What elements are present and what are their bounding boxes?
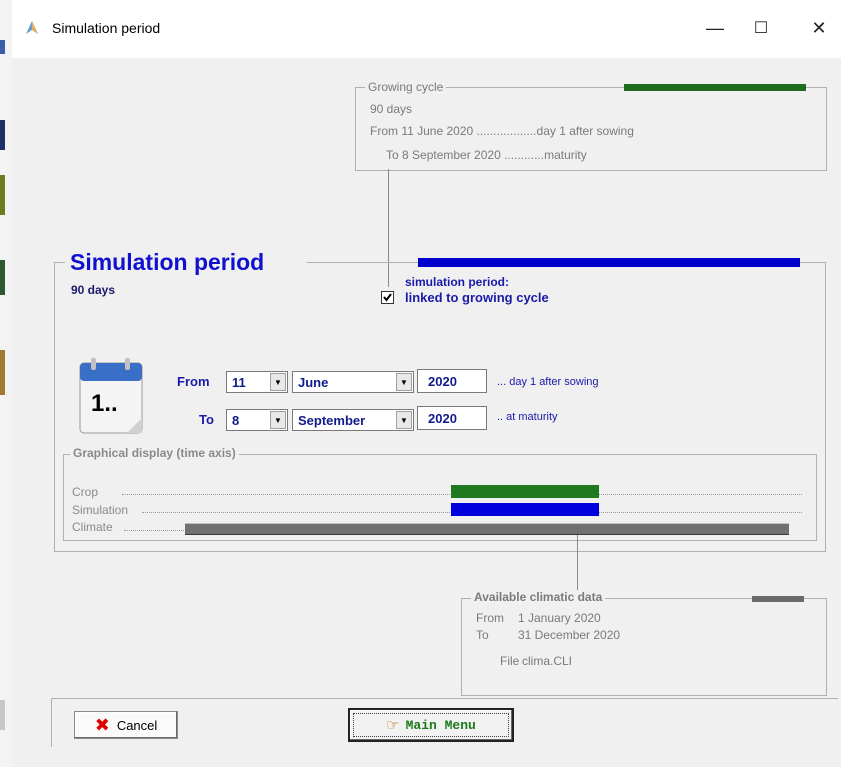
from-month-value: June: [298, 375, 329, 390]
title-bar: Simulation period — ☐ ✕: [12, 0, 841, 58]
climatic-data-legend: Available climatic data: [471, 590, 606, 604]
to-label: To: [199, 412, 214, 427]
climate-to-value: 31 December 2020: [518, 628, 621, 642]
growing-cycle-to: To 8 September 2020 ............maturity: [386, 148, 587, 162]
growing-cycle-legend: Growing cycle: [365, 80, 447, 94]
climate-bar: [185, 523, 789, 535]
chevron-down-icon[interactable]: ▼: [396, 411, 412, 429]
climate-file-label: File: [500, 654, 520, 668]
growing-cycle-days: 90 days: [370, 102, 413, 116]
cancel-label: Cancel: [116, 717, 158, 733]
checkmark-icon: [383, 293, 392, 302]
simulation-period-window: Simulation period — ☐ ✕ Growing cycle 90…: [12, 0, 841, 767]
from-year-value: 2020: [428, 374, 457, 389]
window-title: Simulation period: [52, 20, 161, 36]
calendar-icon: 1..: [77, 355, 147, 437]
to-note: .. at maturity: [497, 411, 558, 423]
graphical-display-legend: Graphical display (time axis): [70, 446, 239, 460]
minimize-button[interactable]: —: [692, 10, 738, 46]
simulation-period-bar: [418, 258, 800, 267]
graphical-display-group: Graphical display (time axis) Crop Simul…: [63, 446, 817, 541]
from-year-input[interactable]: 2020: [417, 369, 487, 393]
climate-file-value: clima.CLI: [522, 654, 573, 668]
chevron-down-icon[interactable]: ▼: [396, 373, 412, 391]
to-year-value: 2020: [428, 411, 457, 426]
simulation-row-label: Simulation: [72, 503, 129, 517]
chevron-down-icon[interactable]: ▼: [270, 373, 286, 391]
climatic-data-group: Available climatic data From 1 January 2…: [461, 590, 827, 696]
to-month-select[interactable]: September ▼: [292, 409, 414, 431]
close-x-icon: ✖: [94, 714, 110, 736]
growing-cycle-bar: [624, 84, 806, 91]
growing-cycle-group: Growing cycle 90 days From 11 June 2020 …: [355, 80, 827, 171]
climate-connector: [577, 535, 578, 597]
close-button[interactable]: ✕: [796, 10, 841, 46]
from-label: From: [177, 374, 210, 389]
linked-label-line2: linked to growing cycle: [405, 290, 549, 305]
climatic-data-bar: [752, 596, 804, 602]
from-note: ... day 1 after sowing: [497, 376, 599, 388]
from-day-value: 11: [232, 375, 246, 390]
crop-row-label: Crop: [72, 485, 99, 499]
maximize-button[interactable]: ☐: [738, 10, 784, 46]
climate-from-label: From: [476, 611, 504, 625]
desktop-background-strip: [0, 0, 12, 767]
calendar-text: 1..: [91, 390, 118, 417]
simulation-bar: [451, 503, 599, 516]
growing-cycle-from: From 11 June 2020 ..................day …: [370, 124, 634, 138]
crop-bar: [451, 485, 599, 498]
climate-from-value: 1 January 2020: [518, 611, 601, 625]
to-day-select[interactable]: 8 ▼: [226, 409, 288, 431]
chevron-down-icon[interactable]: ▼: [270, 411, 286, 429]
main-menu-button[interactable]: ☞ Main Menu: [348, 708, 514, 742]
climate-row-dots: [124, 530, 184, 531]
to-month-value: September: [298, 413, 366, 428]
linked-label-line1: simulation period:: [405, 275, 510, 289]
simulation-days: 90 days: [71, 283, 116, 297]
climate-row-label: Climate: [72, 520, 113, 534]
to-year-input[interactable]: 2020: [417, 406, 487, 430]
simulation-period-group: Simulation period 90 days simulation per…: [54, 247, 826, 552]
simulation-title: Simulation period: [70, 249, 265, 275]
from-month-select[interactable]: June ▼: [292, 371, 414, 393]
cancel-button[interactable]: ✖ Cancel: [74, 711, 178, 739]
from-day-select[interactable]: 11 ▼: [226, 371, 288, 393]
main-menu-focus-rect: [353, 713, 509, 737]
to-day-value: 8: [232, 413, 240, 428]
linked-checkbox[interactable]: [381, 291, 394, 304]
app-icon: [26, 21, 38, 34]
climate-to-label: To: [476, 628, 489, 642]
